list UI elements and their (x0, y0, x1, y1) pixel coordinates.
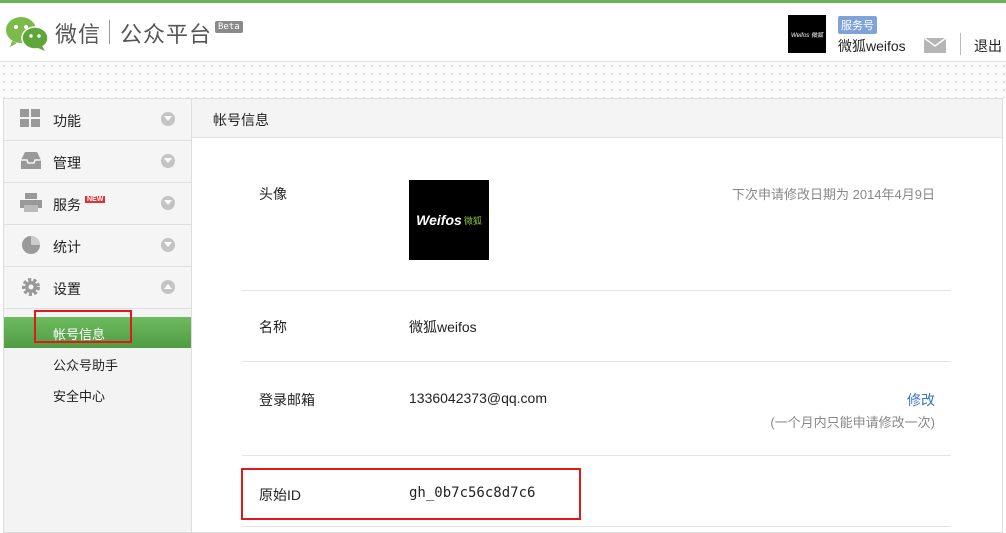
new-badge: NEW (85, 196, 106, 203)
account-avatar[interactable]: Weifos 微狐 (788, 15, 826, 53)
account-avatar-large: Weifos 微狐 (409, 180, 489, 260)
decorative-band (0, 62, 1006, 98)
chevron-down-icon[interactable] (161, 112, 175, 126)
chevron-up-icon[interactable] (161, 280, 175, 294)
gear-icon (22, 278, 40, 296)
subitem-label: 安全中心 (53, 389, 106, 404)
account-type-badge: 服务号 (838, 16, 877, 34)
sidebar-item-label: 服务 (53, 197, 81, 213)
name-value: 微狐weifos (409, 319, 477, 335)
avatar-logo-sub: 微狐 (463, 215, 482, 226)
top-bar: 微信 公众平台 Beta Weifos 微狐 服务号 微狐weifos 退出 (0, 0, 1006, 62)
sidebar-item-label: 统计 (53, 239, 81, 255)
email-value: 1336042373@qq.com (409, 390, 547, 406)
sidebar-item-service[interactable]: 服务 NEW (4, 183, 191, 225)
wechat-logo-icon (6, 17, 49, 51)
sidebar-item-manage[interactable]: 管理 (4, 141, 191, 183)
brand-divider (109, 20, 110, 44)
sidebar-item-stats[interactable]: 统计 (4, 225, 191, 267)
main-panel: 帐号信息 头像 Weifos 微狐 下次申请修改日期为 2014年4月9日 名称… (192, 98, 1003, 533)
sidebar-item-settings[interactable]: 设置 (4, 267, 191, 309)
account-name[interactable]: 微狐weifos (838, 36, 906, 56)
sidebar-subitem-security[interactable]: 安全中心 (4, 379, 191, 410)
sidebar-subitem-assistant[interactable]: 公众号助手 (4, 348, 191, 379)
avatar-label: 头像 (259, 186, 287, 202)
subitem-label: 帐号信息 (53, 327, 106, 342)
original-id-value: gh_0b7c56c8d7c6 (409, 485, 536, 501)
name-row: 名称 微狐weifos (242, 291, 951, 362)
settings-submenu: 帐号信息 公众号助手 安全中心 (4, 309, 191, 410)
sidebar-subitem-account-info[interactable]: 帐号信息 (4, 317, 191, 348)
printer-icon (20, 193, 42, 212)
original-id-row: 原始ID gh_0b7c56c8d7c6 (242, 456, 951, 527)
sidebar-item-label: 功能 (53, 113, 81, 129)
email-row: 登录邮箱 1336042373@qq.com 修改 (一个月内只能申请修改一次) (242, 362, 951, 456)
grid-icon (20, 109, 40, 127)
brand-name: 微信 (55, 22, 102, 47)
product-name: 公众平台 (120, 22, 213, 47)
inbox-icon (21, 152, 41, 169)
name-label: 名称 (259, 319, 287, 335)
sidebar-item-label: 设置 (53, 281, 81, 297)
panel-header: 帐号信息 (192, 99, 1002, 138)
original-id-label: 原始ID (259, 487, 301, 503)
next-change-date: 下次申请修改日期为 2014年4月9日 (732, 187, 935, 202)
mail-icon[interactable] (924, 38, 946, 53)
beta-badge: Beta (215, 21, 243, 33)
avatar-logo-text: Weifos (416, 212, 462, 228)
avatar-row: 头像 Weifos 微狐 下次申请修改日期为 2014年4月9日 (242, 137, 951, 291)
sidebar-item-label: 管理 (53, 155, 81, 171)
sidebar: 功能 管理 服务 NEW 统计 设置 帐号信息 公众号助手 安全中心 (3, 98, 192, 533)
header-divider (960, 33, 961, 55)
panel-title: 帐号信息 (213, 112, 269, 128)
subitem-label: 公众号助手 (53, 358, 119, 373)
chevron-down-icon[interactable] (161, 196, 175, 210)
modify-note: (一个月内只能申请修改一次) (770, 415, 935, 430)
modify-email-link[interactable]: 修改 (907, 390, 935, 410)
email-label: 登录邮箱 (259, 392, 315, 408)
chevron-down-icon[interactable] (161, 238, 175, 252)
logout-link[interactable]: 退出 (974, 36, 1002, 56)
pie-chart-icon (22, 236, 40, 254)
chevron-down-icon[interactable] (161, 154, 175, 168)
sidebar-item-function[interactable]: 功能 (4, 99, 191, 141)
